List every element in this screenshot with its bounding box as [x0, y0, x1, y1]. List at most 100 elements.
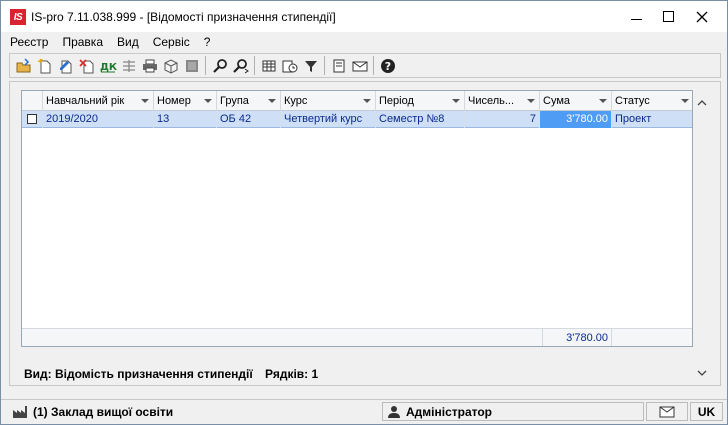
- filter-button[interactable]: [300, 55, 321, 76]
- column-header-academic-year[interactable]: Навчальний рік: [43, 91, 154, 111]
- column-header-label: Чисель...: [468, 95, 515, 107]
- find-icon: [212, 58, 227, 73]
- factory-icon: [12, 405, 28, 419]
- ledger-icon: [122, 59, 135, 72]
- find-next-icon: [232, 58, 249, 73]
- cell-course[interactable]: Четвертий курс: [281, 111, 376, 128]
- column-header-label: Група: [220, 95, 249, 107]
- open-folder-button[interactable]: [13, 55, 34, 76]
- new-document-icon: [37, 58, 50, 73]
- application-window: IS IS-pro 7.11.038.999 - [Відомості приз…: [0, 0, 728, 425]
- dropdown-arrow-icon[interactable]: [681, 99, 689, 103]
- status-bar: (1) Заклад вищої освіти Адміністратор UK: [1, 399, 727, 424]
- column-header-label: Статус: [615, 95, 650, 107]
- dropdown-arrow-icon[interactable]: [141, 99, 149, 103]
- column-header-course[interactable]: Курс: [281, 91, 376, 111]
- column-header-group[interactable]: Група: [217, 91, 281, 111]
- menu-bar: Реєстр Правка Вид Сервіс ?: [2, 32, 726, 52]
- table-row[interactable]: 2019/2020 13 ОБ 42 Четвертий курс Семест…: [22, 111, 692, 128]
- delete-document-button[interactable]: [76, 55, 97, 76]
- cell-count[interactable]: 7: [465, 111, 540, 128]
- user-indicator[interactable]: Адміністратор: [382, 402, 644, 421]
- history-icon: [282, 60, 297, 72]
- archive-icon: [185, 59, 198, 72]
- column-header-period[interactable]: Період: [376, 91, 465, 111]
- chevron-down-icon: [697, 370, 706, 376]
- view-label: Вид: Відомість призначення стипендії: [24, 367, 253, 381]
- edit-document-button[interactable]: [55, 55, 76, 76]
- column-header-sum[interactable]: Сума: [540, 91, 612, 111]
- print-icon: [142, 59, 157, 72]
- row-count-label: Рядків: 1: [265, 367, 319, 381]
- scroll-up-button[interactable]: [693, 94, 710, 111]
- dropdown-arrow-icon[interactable]: [452, 99, 460, 103]
- mail-button[interactable]: [349, 55, 370, 76]
- minimize-button[interactable]: [621, 1, 651, 32]
- scroll-down-button[interactable]: [693, 365, 710, 382]
- form-icon: [333, 59, 344, 72]
- cell-group[interactable]: ОБ 42: [217, 111, 281, 128]
- menu-help[interactable]: ?: [204, 35, 211, 49]
- dropdown-arrow-icon[interactable]: [599, 99, 607, 103]
- delete-document-icon: [78, 58, 93, 73]
- mail-icon: [352, 61, 367, 71]
- row-select-cell[interactable]: [22, 111, 43, 128]
- column-header-number[interactable]: Номер: [154, 91, 217, 111]
- row-checkbox[interactable]: [27, 114, 37, 124]
- dropdown-arrow-icon[interactable]: [268, 99, 276, 103]
- toolbar: ДК ?: [9, 53, 721, 78]
- archive-button[interactable]: [181, 55, 202, 76]
- user-icon: [387, 405, 401, 419]
- debit-credit-button[interactable]: ДК: [97, 55, 118, 76]
- data-grid: Навчальний рік Номер Група Курс Період Ч…: [21, 90, 693, 347]
- column-header-label: Номер: [157, 95, 191, 107]
- find-next-button[interactable]: [230, 55, 251, 76]
- print-button[interactable]: [139, 55, 160, 76]
- help-icon: ?: [380, 58, 395, 73]
- dropdown-arrow-icon[interactable]: [363, 99, 371, 103]
- help-button[interactable]: ?: [377, 55, 398, 76]
- find-button[interactable]: [209, 55, 230, 76]
- menu-registry[interactable]: Реєстр: [10, 35, 48, 49]
- dropdown-arrow-icon[interactable]: [527, 99, 535, 103]
- mail-indicator[interactable]: [646, 402, 688, 421]
- grid-header: Навчальний рік Номер Група Курс Період Ч…: [22, 91, 692, 111]
- menu-service[interactable]: Сервіс: [153, 35, 190, 49]
- maximize-button[interactable]: [653, 1, 683, 32]
- cell-sum[interactable]: 3'780.00: [540, 111, 612, 128]
- organization-label: (1) Заклад вищої освіти: [33, 404, 174, 419]
- close-button[interactable]: [687, 1, 717, 32]
- cell-status[interactable]: Проект: [612, 111, 692, 128]
- toolbar-separator: [205, 56, 206, 75]
- organization-indicator[interactable]: (1) Заклад вищої освіти: [7, 402, 381, 421]
- vertical-scrollbar[interactable]: [693, 90, 710, 380]
- toolbar-separator: [373, 56, 374, 75]
- table-view-button[interactable]: [258, 55, 279, 76]
- language-indicator[interactable]: UK: [690, 402, 723, 421]
- column-header-label: Курс: [284, 95, 308, 107]
- column-header-status[interactable]: Статус: [612, 91, 692, 111]
- column-header-label: Період: [379, 95, 414, 107]
- column-header-count[interactable]: Чисель...: [465, 91, 540, 111]
- column-header-label: Сума: [543, 95, 571, 107]
- minimize-icon: [630, 19, 642, 20]
- dropdown-arrow-icon[interactable]: [204, 99, 212, 103]
- svg-text:ДК: ДК: [100, 62, 117, 73]
- new-document-button[interactable]: [34, 55, 55, 76]
- svg-text:?: ?: [384, 60, 390, 73]
- cell-number[interactable]: 13: [154, 111, 217, 128]
- cell-period[interactable]: Семестр №8: [376, 111, 465, 128]
- app-logo: IS: [10, 9, 26, 25]
- ledger-button[interactable]: [118, 55, 139, 76]
- edit-document-icon: [59, 60, 71, 73]
- history-button[interactable]: [279, 55, 300, 76]
- toolbar-separator: [254, 56, 255, 75]
- chevron-up-icon: [697, 100, 706, 106]
- package-button[interactable]: [160, 55, 181, 76]
- window-title: IS-pro 7.11.038.999 - [Відомості признач…: [31, 10, 336, 24]
- menu-edit[interactable]: Правка: [62, 35, 103, 49]
- form-button[interactable]: [328, 55, 349, 76]
- cell-academic-year[interactable]: 2019/2020: [43, 111, 154, 128]
- menu-view[interactable]: Вид: [117, 35, 139, 49]
- column-header-select[interactable]: [22, 91, 43, 111]
